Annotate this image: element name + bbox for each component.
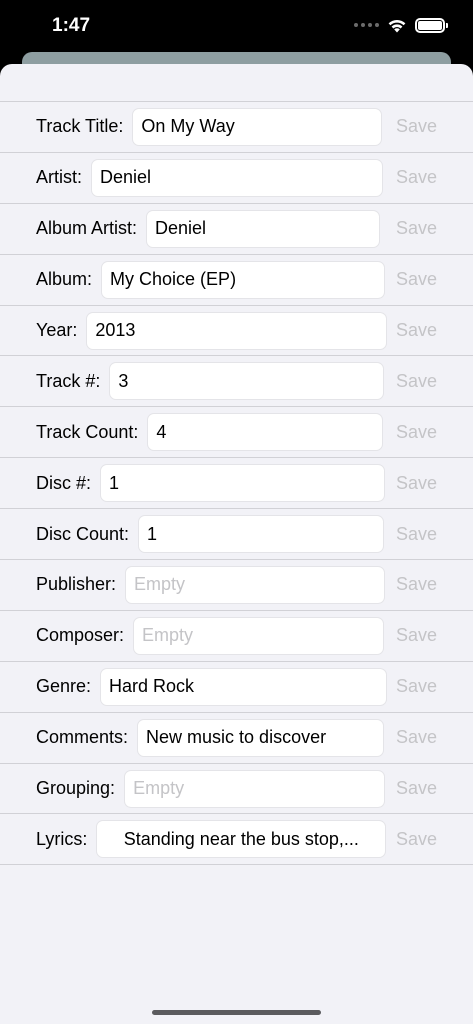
field-label: Lyrics: bbox=[36, 828, 88, 849]
track-number-input[interactable]: 3 bbox=[109, 362, 385, 401]
field-label: Composer: bbox=[36, 625, 125, 646]
comments-input[interactable]: New music to discover bbox=[137, 718, 385, 757]
save-button[interactable]: Save bbox=[396, 473, 437, 494]
genre-input[interactable]: Hard Rock bbox=[100, 667, 388, 706]
row-track-count: Track Count: 4 Save bbox=[0, 407, 473, 459]
row-comments: Comments: New music to discover Save bbox=[0, 713, 473, 764]
status-icons bbox=[354, 17, 448, 33]
field-label: Track Count: bbox=[36, 421, 139, 442]
track-count-input[interactable]: 4 bbox=[147, 413, 384, 452]
status-bar: 1:47 bbox=[0, 0, 473, 54]
row-lyrics: Lyrics: Standing near the bus stop,... S… bbox=[0, 814, 473, 866]
save-button[interactable]: Save bbox=[396, 574, 437, 595]
composer-input[interactable]: Empty bbox=[133, 616, 385, 655]
year-input[interactable]: 2013 bbox=[86, 311, 388, 350]
cellular-signal-icon bbox=[354, 23, 379, 27]
battery-icon bbox=[415, 17, 448, 33]
row-year: Year: 2013 Save bbox=[0, 306, 473, 357]
grouping-input[interactable]: Empty bbox=[124, 769, 386, 808]
row-grouping: Grouping: Empty Save bbox=[0, 764, 473, 815]
field-label: Track #: bbox=[36, 370, 101, 391]
save-button[interactable]: Save bbox=[396, 829, 437, 850]
album-artist-input[interactable]: Deniel bbox=[146, 209, 381, 248]
album-input[interactable]: My Choice (EP) bbox=[101, 260, 386, 299]
field-label: Publisher: bbox=[36, 574, 117, 595]
field-label: Year: bbox=[36, 320, 78, 340]
save-button[interactable]: Save bbox=[396, 625, 437, 646]
home-indicator[interactable] bbox=[152, 1010, 321, 1015]
save-button[interactable]: Save bbox=[396, 320, 437, 341]
field-label: Track Title: bbox=[36, 116, 124, 137]
save-button[interactable]: Save bbox=[396, 778, 437, 799]
row-artist: Artist: Deniel Save bbox=[0, 153, 473, 204]
field-label: Artist: bbox=[36, 167, 83, 188]
row-composer: Composer: Empty Save bbox=[0, 611, 473, 662]
save-button[interactable]: Save bbox=[396, 371, 437, 392]
disc-count-input[interactable]: 1 bbox=[138, 515, 385, 554]
publisher-input[interactable]: Empty bbox=[125, 565, 386, 604]
save-button[interactable]: Save bbox=[396, 727, 437, 748]
save-button[interactable]: Save bbox=[396, 269, 437, 290]
field-label: Grouping: bbox=[36, 778, 116, 799]
save-button[interactable]: Save bbox=[396, 422, 437, 443]
field-label: Disc #: bbox=[36, 472, 92, 493]
save-button[interactable]: Save bbox=[396, 167, 437, 188]
disc-number-input[interactable]: 1 bbox=[100, 464, 386, 503]
edit-tags-sheet: Track Title: On My Way Save Artist: Deni… bbox=[0, 64, 473, 1024]
artist-input[interactable]: Deniel bbox=[91, 158, 384, 197]
row-album: Album: My Choice (EP) Save bbox=[0, 255, 473, 306]
wifi-icon bbox=[388, 19, 406, 33]
row-publisher: Publisher: Empty Save bbox=[0, 560, 473, 611]
field-label: Album Artist: bbox=[36, 218, 138, 239]
save-button[interactable]: Save bbox=[396, 524, 437, 545]
save-button[interactable]: Save bbox=[396, 218, 437, 239]
row-genre: Genre: Hard Rock Save bbox=[0, 662, 473, 713]
row-disc-number: Disc #: 1 Save bbox=[0, 458, 473, 510]
save-button[interactable]: Save bbox=[396, 676, 437, 697]
row-track-number: Track #: 3 Save bbox=[0, 356, 473, 408]
field-label: Album: bbox=[36, 269, 93, 290]
lyrics-input[interactable]: Standing near the bus stop,... bbox=[96, 820, 387, 859]
field-label: Comments: bbox=[36, 727, 129, 748]
status-time: 1:47 bbox=[52, 15, 91, 36]
field-label: Disc Count: bbox=[36, 523, 130, 544]
row-track-title: Track Title: On My Way Save bbox=[0, 102, 473, 153]
save-button[interactable]: Save bbox=[396, 116, 437, 137]
track-title-input[interactable]: On My Way bbox=[132, 107, 383, 146]
tag-form: Track Title: On My Way Save Artist: Deni… bbox=[0, 101, 473, 866]
row-album-artist: Album Artist: Deniel Save bbox=[0, 204, 473, 255]
field-label: Genre: bbox=[36, 676, 92, 697]
row-disc-count: Disc Count: 1 Save bbox=[0, 509, 473, 561]
